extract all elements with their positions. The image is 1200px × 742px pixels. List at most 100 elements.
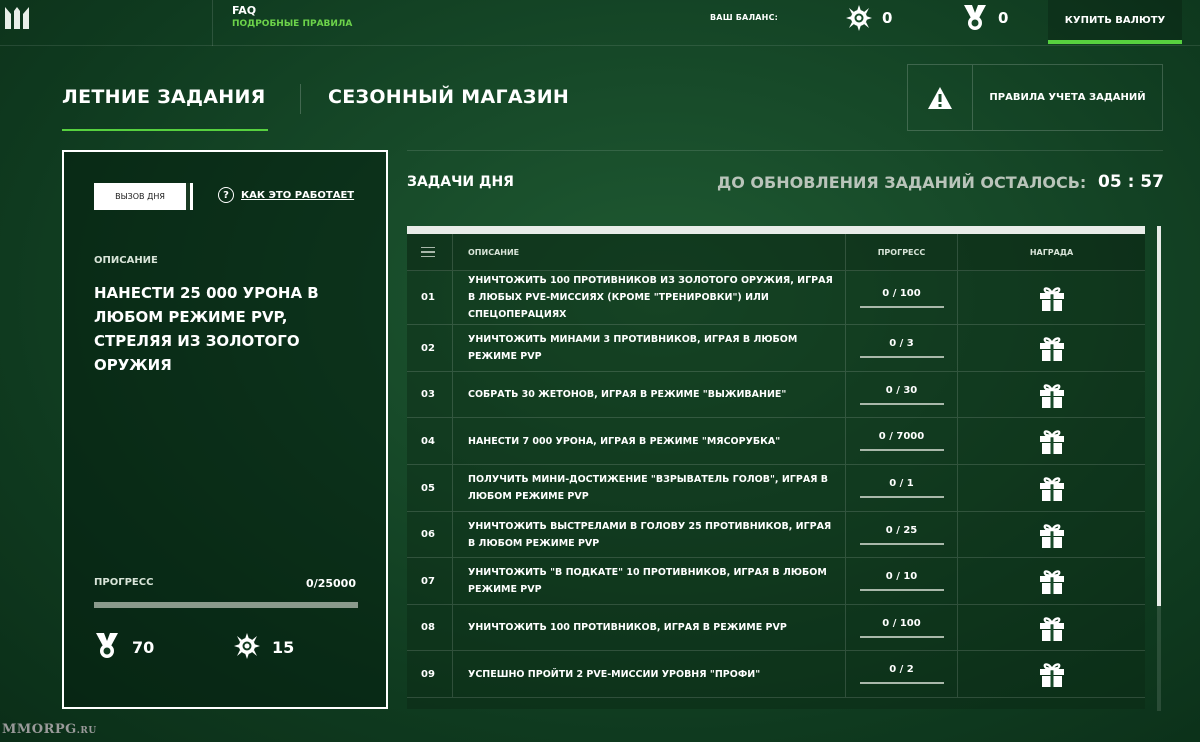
tab-divider <box>300 84 301 114</box>
task-description: ПОЛУЧИТЬ МИНИ-ДОСТИЖЕНИЕ "ВЗРЫВАТЕЛЬ ГОЛ… <box>453 465 846 511</box>
gift-icon[interactable] <box>958 372 1145 417</box>
task-description: СОБРАТЬ 30 ЖЕТОНОВ, ИГРАЯ В РЕЖИМЕ "ВЫЖИ… <box>453 372 846 417</box>
warning-icon <box>908 65 973 130</box>
task-number: 01 <box>407 271 453 324</box>
task-rules-label: ПРАВИЛА УЧЕТА ЗАДАНИЙ <box>989 92 1146 103</box>
task-progress: 0 / 30 <box>859 385 944 405</box>
medal-icon <box>962 4 988 36</box>
task-progress: 0 / 1 <box>859 478 944 498</box>
tab-summer-tasks[interactable]: ЛЕТНИЕ ЗАДАНИЯ <box>62 86 266 108</box>
task-row: 04 НАНЕСТИ 7 000 УРОНА, ИГРАЯ В РЕЖИМЕ "М… <box>407 418 1145 465</box>
task-description: УНИЧТОЖИТЬ 100 ПРОТИВНИКОВ ИЗ ЗОЛОТОГО О… <box>453 271 846 324</box>
game-logo[interactable] <box>0 0 34 36</box>
task-row: 09 УСПЕШНО ПРОЙТИ 2 PVE-МИССИИ УРОВНЯ "ПР… <box>407 651 1145 698</box>
task-row: 05 ПОЛУЧИТЬ МИНИ-ДОСТИЖЕНИЕ "ВЗРЫВАТЕЛЬ Г… <box>407 465 1145 512</box>
faq-title[interactable]: FAQ <box>232 4 352 17</box>
balance-label: ВАШ БАЛАНС: <box>710 13 779 22</box>
gift-icon[interactable] <box>958 465 1145 511</box>
task-row: 01 УНИЧТОЖИТЬ 100 ПРОТИВНИКОВ ИЗ ЗОЛОТОГО… <box>407 271 1145 325</box>
task-number: 04 <box>407 418 453 464</box>
question-icon: ? <box>218 187 234 203</box>
task-progress-cell: 0 / 7000 <box>846 418 958 464</box>
medal-icon <box>94 632 120 664</box>
task-progress: 0 / 100 <box>859 288 944 308</box>
logo-icon <box>5 7 29 29</box>
faq-subtitle[interactable]: ПОДРОБНЫЕ ПРАВИЛА <box>232 19 352 29</box>
reward-medals-value: 70 <box>132 638 155 657</box>
top-bar: FAQ ПОДРОБНЫЕ ПРАВИЛА ВАШ БАЛАНС: 0 0 КУ… <box>0 0 1200 46</box>
watermark-suffix: .RU <box>76 726 97 736</box>
refresh-timer-value: 05 : 57 <box>1098 172 1164 192</box>
refresh-timer-label: ДО ОБНОВЛЕНИЯ ЗАДАНИЙ ОСТАЛОСЬ: <box>717 173 1087 192</box>
task-progress: 0 / 3 <box>859 338 944 358</box>
task-description: УНИЧТОЖИТЬ 100 ПРОТИВНИКОВ, ИГРАЯ В РЕЖИ… <box>453 605 846 650</box>
daily-challenge-card: ВЫЗОВ ДНЯ ? КАК ЭТО РАБОТАЕТ ОПИСАНИЕ НА… <box>62 150 388 709</box>
progress-bar <box>94 602 358 608</box>
task-progress-cell: 0 / 2 <box>846 651 958 697</box>
task-progress: 0 / 2 <box>859 664 944 684</box>
tasks-table: ОПИСАНИЕ ПРОГРЕСС НАГРАДА 01 УНИЧТОЖИТЬ 1… <box>407 234 1145 709</box>
task-number: 06 <box>407 512 453 557</box>
task-row: 02 УНИЧТОЖИТЬ МИНАМИ 3 ПРОТИВНИКОВ, ИГРАЯ… <box>407 325 1145 372</box>
gift-icon[interactable] <box>958 418 1145 464</box>
task-progress: 0 / 25 <box>859 525 944 545</box>
watermark-text: MMORPG <box>2 722 77 737</box>
task-number: 08 <box>407 605 453 650</box>
gift-icon[interactable] <box>958 512 1145 557</box>
gift-icon[interactable] <box>958 271 1145 324</box>
task-progress: 0 / 100 <box>859 618 944 638</box>
tab-season-shop[interactable]: СЕЗОННЫЙ МАГАЗИН <box>328 86 569 108</box>
task-description: УНИЧТОЖИТЬ МИНАМИ 3 ПРОТИВНИКОВ, ИГРАЯ В… <box>453 325 846 371</box>
task-number: 07 <box>407 558 453 604</box>
table-header: ОПИСАНИЕ ПРОГРЕСС НАГРАДА <box>407 234 1145 271</box>
watermark: MMORPG.RU <box>2 722 97 737</box>
gift-icon[interactable] <box>958 325 1145 371</box>
crown-coin-icon <box>232 632 262 664</box>
task-number: 02 <box>407 325 453 371</box>
scrollbar-thumb[interactable] <box>1157 226 1161 606</box>
menu-icon[interactable] <box>407 234 453 270</box>
balance-coins-value: 0 <box>882 9 893 27</box>
task-progress: 0 / 7000 <box>859 431 944 451</box>
task-row: 08 УНИЧТОЖИТЬ 100 ПРОТИВНИКОВ, ИГРАЯ В РЕ… <box>407 605 1145 651</box>
task-row: 07 УНИЧТОЖИТЬ "В ПОДКАТЕ" 10 ПРОТИВНИКОВ,… <box>407 558 1145 605</box>
buy-currency-button[interactable]: КУПИТЬ ВАЛЮТУ <box>1048 0 1182 44</box>
balance-medals-value: 0 <box>998 9 1009 27</box>
challenge-description: НАНЕСТИ 25 000 УРОНА В ЛЮБОМ РЕЖИМЕ PVP,… <box>94 284 319 374</box>
task-progress-cell: 0 / 25 <box>846 512 958 557</box>
task-description: УНИЧТОЖИТЬ ВЫСТРЕЛАМИ В ГОЛОВУ 25 ПРОТИВ… <box>453 512 846 557</box>
section-divider <box>407 150 1163 151</box>
task-number: 05 <box>407 465 453 511</box>
table-top-bar <box>407 226 1145 234</box>
daily-tasks-title: ЗАДАЧИ ДНЯ <box>407 174 514 190</box>
faq-link[interactable]: FAQ ПОДРОБНЫЕ ПРАВИЛА <box>232 4 352 29</box>
task-row: 06 УНИЧТОЖИТЬ ВЫСТРЕЛАМИ В ГОЛОВУ 25 ПРОТ… <box>407 512 1145 558</box>
task-progress-cell: 0 / 100 <box>846 605 958 650</box>
task-progress-cell: 0 / 30 <box>846 372 958 417</box>
description-label: ОПИСАНИЕ <box>94 255 158 266</box>
task-description: НАНЕСТИ 7 000 УРОНА, ИГРАЯ В РЕЖИМЕ "МЯС… <box>453 418 846 464</box>
task-rules-button[interactable]: ПРАВИЛА УЧЕТА ЗАДАНИЙ <box>907 64 1163 131</box>
gift-icon[interactable] <box>958 558 1145 604</box>
task-description: УНИЧТОЖИТЬ "В ПОДКАТЕ" 10 ПРОТИВНИКОВ, И… <box>453 558 846 604</box>
task-progress-cell: 0 / 10 <box>846 558 958 604</box>
column-header-progress: ПРОГРЕСС <box>846 234 958 270</box>
column-header-reward: НАГРАДА <box>1029 247 1074 257</box>
active-tab-indicator <box>62 129 268 131</box>
table-body: 01 УНИЧТОЖИТЬ 100 ПРОТИВНИКОВ ИЗ ЗОЛОТОГО… <box>407 271 1145 698</box>
task-progress-cell: 0 / 100 <box>846 271 958 324</box>
progress-label: ПРОГРЕСС <box>94 577 154 588</box>
progress-value: 0/25000 <box>306 577 356 590</box>
column-header-description: ОПИСАНИЕ <box>453 234 846 270</box>
gift-icon[interactable] <box>958 651 1145 697</box>
how-it-works-label[interactable]: КАК ЭТО РАБОТАЕТ <box>241 190 354 201</box>
crown-coin-icon <box>844 4 874 36</box>
task-number: 03 <box>407 372 453 417</box>
challenge-of-day-chip[interactable]: ВЫЗОВ ДНЯ <box>94 183 190 210</box>
how-it-works-link[interactable]: ? КАК ЭТО РАБОТАЕТ <box>218 187 354 203</box>
task-progress-cell: 0 / 3 <box>846 325 958 371</box>
task-description: УСПЕШНО ПРОЙТИ 2 PVE-МИССИИ УРОВНЯ "ПРОФ… <box>453 651 846 697</box>
gift-icon[interactable] <box>958 605 1145 650</box>
task-progress-cell: 0 / 1 <box>846 465 958 511</box>
task-progress: 0 / 10 <box>859 571 944 591</box>
